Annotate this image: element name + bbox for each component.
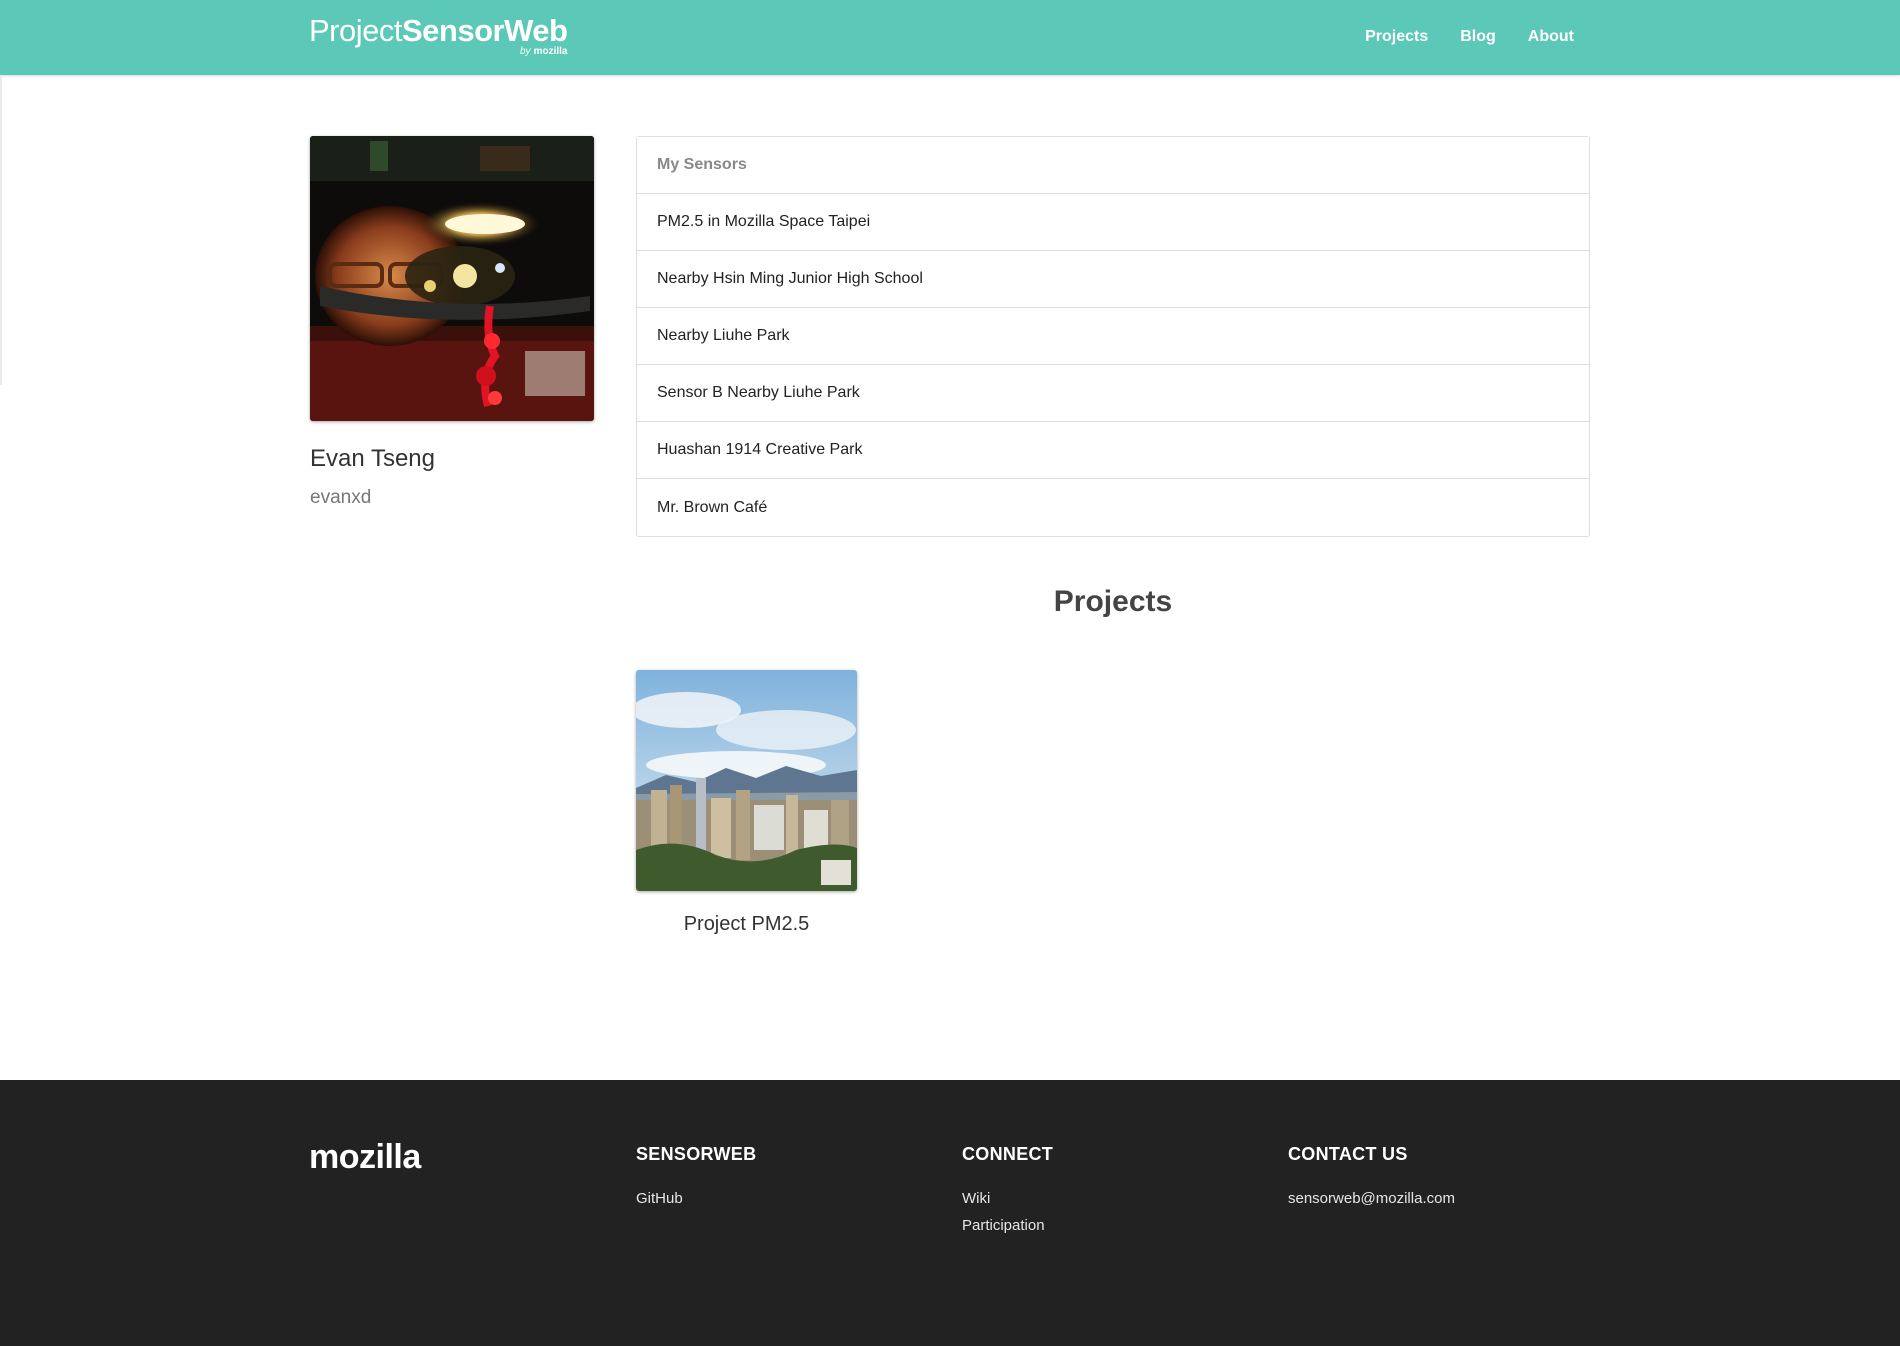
sensor-item[interactable]: Nearby Hsin Ming Junior High School <box>637 251 1589 308</box>
sensor-item[interactable]: Sensor B Nearby Liuhe Park <box>637 365 1589 422</box>
brand-org: mozilla <box>533 46 568 57</box>
left-edge-divider <box>0 75 2 385</box>
footer-column-title: SENSORWEB <box>636 1144 757 1164</box>
brand-byline: by mozilla <box>520 46 567 57</box>
brand-logo[interactable]: ProjectSensorWeb by mozilla <box>309 13 568 58</box>
sensor-item[interactable]: PM2.5 in Mozilla Space Taipei <box>637 194 1589 251</box>
profile-username: evanxd <box>310 487 372 508</box>
top-navbar: ProjectSensorWeb by mozilla Projects Blog… <box>0 0 1900 75</box>
sensor-item[interactable]: Mr. Brown Café <box>637 479 1589 536</box>
projects-heading: Projects <box>1053 585 1173 618</box>
site-footer: mozilla SENSORWEB GitHub CONNECT Wiki Pa… <box>0 1080 1900 1346</box>
footer-link-participation[interactable]: Participation <box>962 1212 1053 1239</box>
footer-column-contact: CONTACT US sensorweb@mozilla.com <box>1288 1144 1455 1212</box>
project-card[interactable]: Project PM2.5 <box>636 670 857 936</box>
brand-name: SensorWeb <box>401 13 568 48</box>
sensor-item[interactable]: Huashan 1914 Creative Park <box>637 422 1589 479</box>
footer-column-sensorweb: SENSORWEB GitHub <box>636 1144 756 1212</box>
brand-prefix: Project <box>309 13 402 48</box>
footer-mozilla-logo[interactable]: mozilla <box>309 1138 421 1177</box>
sensor-item[interactable]: Nearby Liuhe Park <box>637 308 1589 365</box>
brand-by: by <box>520 46 531 57</box>
footer-link-github[interactable]: GitHub <box>636 1185 756 1212</box>
footer-link-wiki[interactable]: Wiki <box>962 1185 1053 1212</box>
main-nav: Projects Blog About <box>1365 27 1574 47</box>
footer-column-title: CONNECT <box>962 1144 1054 1164</box>
user-avatar <box>310 136 594 421</box>
nav-link-blog[interactable]: Blog <box>1460 27 1496 47</box>
nav-link-projects[interactable]: Projects <box>1365 27 1428 47</box>
project-thumbnail[interactable] <box>636 670 857 891</box>
footer-column-title: CONTACT US <box>1288 1144 1408 1164</box>
nav-link-about[interactable]: About <box>1528 27 1574 47</box>
my-sensors-panel: My Sensors PM2.5 in Mozilla Space Taipei… <box>636 136 1590 537</box>
project-name[interactable]: Project PM2.5 <box>636 913 857 936</box>
profile-name: Evan Tseng <box>310 445 435 472</box>
footer-column-connect: CONNECT Wiki Participation <box>962 1144 1053 1239</box>
sensors-panel-header: My Sensors <box>637 137 1589 194</box>
footer-link-email[interactable]: sensorweb@mozilla.com <box>1288 1185 1455 1212</box>
